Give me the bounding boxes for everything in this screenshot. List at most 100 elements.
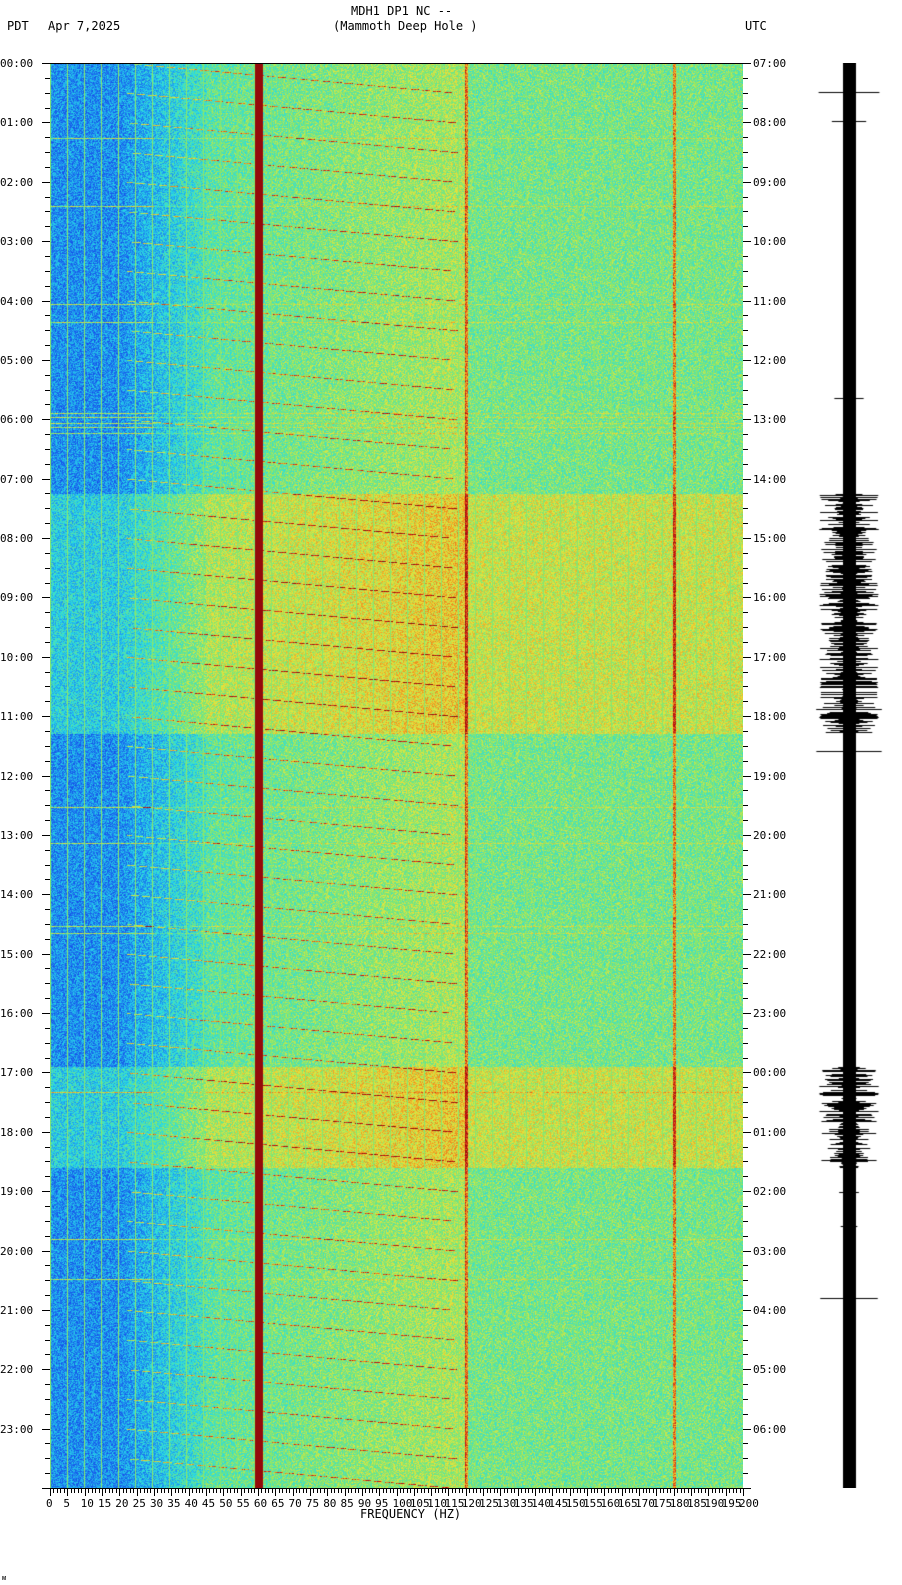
x-tick <box>517 1488 519 1496</box>
x-tick <box>628 1488 630 1493</box>
y-tick-left <box>42 1191 50 1193</box>
x-tick <box>223 1488 225 1496</box>
x-tick <box>711 1488 713 1493</box>
y-tick-label-right: 12:00 <box>753 353 787 367</box>
x-tick-label: 15 <box>97 1497 112 1510</box>
y-tick-left <box>42 181 50 183</box>
x-tick <box>639 1488 641 1496</box>
y-tick-label-right: 19:00 <box>753 769 787 783</box>
y-tick-right <box>743 1161 748 1163</box>
x-tick-label: 10 <box>80 1497 94 1510</box>
x-tick <box>198 1488 200 1493</box>
y-tick-label-left: 12:00 <box>0 769 34 783</box>
x-tick <box>202 1488 204 1493</box>
x-tick <box>472 1488 474 1493</box>
y-tick-left <box>42 300 50 302</box>
x-tick <box>611 1488 613 1493</box>
x-tick <box>171 1488 173 1496</box>
y-tick-left <box>42 241 50 243</box>
x-tick <box>493 1488 495 1493</box>
y-tick-right <box>743 434 748 436</box>
y-tick-right <box>743 923 748 925</box>
y-tick-left <box>45 508 50 510</box>
y-tick-right <box>743 270 748 272</box>
x-tick <box>500 1488 502 1496</box>
x-tick <box>451 1488 453 1493</box>
y-tick-left <box>42 1072 50 1074</box>
y-tick-left <box>45 1473 50 1475</box>
x-tick <box>91 1488 93 1493</box>
x-tick <box>354 1488 356 1493</box>
x-tick <box>143 1488 145 1493</box>
y-tick-label-right: 08:00 <box>753 116 787 130</box>
x-tick <box>140 1488 142 1493</box>
x-tick <box>431 1488 433 1496</box>
x-tick <box>63 1488 65 1493</box>
x-tick <box>635 1488 637 1493</box>
y-tick-label-left: 04:00 <box>0 294 34 308</box>
y-tick-right <box>743 879 748 881</box>
x-tick <box>642 1488 644 1493</box>
y-tick-label-left: 13:00 <box>0 828 34 842</box>
y-tick-left <box>45 211 50 213</box>
y-tick-label-right: 01:00 <box>753 1125 787 1139</box>
y-tick-left <box>42 538 50 539</box>
y-tick-right <box>743 77 748 79</box>
y-tick-right <box>743 463 748 465</box>
y-tick-right <box>743 968 748 970</box>
x-tick <box>150 1488 152 1493</box>
x-tick <box>133 1488 135 1493</box>
y-tick-right <box>743 1013 751 1014</box>
x-tick <box>420 1488 422 1493</box>
y-tick-right <box>743 582 748 584</box>
y-tick-label-left: 09:00 <box>0 591 34 605</box>
y-tick-left <box>45 1265 50 1267</box>
y-tick-left <box>42 834 50 836</box>
y-tick-right <box>743 656 751 658</box>
x-tick <box>389 1488 391 1493</box>
y-tick-left <box>45 1339 50 1341</box>
y-tick-right <box>743 448 748 450</box>
y-tick-left <box>42 63 50 64</box>
x-tick <box>296 1488 297 1493</box>
x-tick <box>552 1488 554 1496</box>
x-tick-label: 70 <box>288 1497 302 1510</box>
y-tick-right <box>743 1102 748 1104</box>
y-tick-left <box>45 1102 50 1104</box>
y-tick-left <box>45 1354 50 1356</box>
x-tick <box>282 1488 284 1493</box>
plot-border-top <box>50 63 743 64</box>
x-tick <box>562 1488 564 1493</box>
x-tick <box>278 1488 280 1493</box>
y-tick-left <box>42 359 50 361</box>
x-tick <box>164 1488 166 1493</box>
x-tick <box>192 1488 194 1493</box>
x-tick <box>704 1488 706 1493</box>
y-tick-label-right: 03:00 <box>753 1244 787 1258</box>
y-tick-right <box>743 1235 748 1237</box>
y-tick-left <box>42 1369 50 1371</box>
x-tick <box>323 1488 325 1493</box>
y-tick-left <box>45 270 50 272</box>
x-tick <box>465 1488 467 1496</box>
y-tick-left <box>45 1176 50 1178</box>
y-tick-label-left: 07:00 <box>0 472 34 486</box>
y-tick-right <box>743 1116 748 1118</box>
x-tick-label: 20 <box>115 1497 129 1510</box>
x-tick <box>403 1488 405 1493</box>
x-tick <box>230 1488 232 1493</box>
x-tick <box>666 1488 668 1493</box>
y-tick-left <box>42 894 50 896</box>
y-tick-left <box>45 345 50 347</box>
y-tick-right <box>743 597 751 599</box>
y-tick-left <box>45 552 50 554</box>
y-tick-label-left: 23:00 <box>0 1422 34 1436</box>
x-tick <box>590 1488 592 1493</box>
x-tick-label: 45 <box>201 1497 216 1510</box>
x-tick <box>476 1488 478 1493</box>
y-tick-right <box>743 953 751 955</box>
x-tick <box>607 1488 609 1493</box>
y-tick-label-left: 14:00 <box>0 888 34 902</box>
y-tick-right <box>743 1458 748 1460</box>
x-tick <box>496 1488 498 1493</box>
